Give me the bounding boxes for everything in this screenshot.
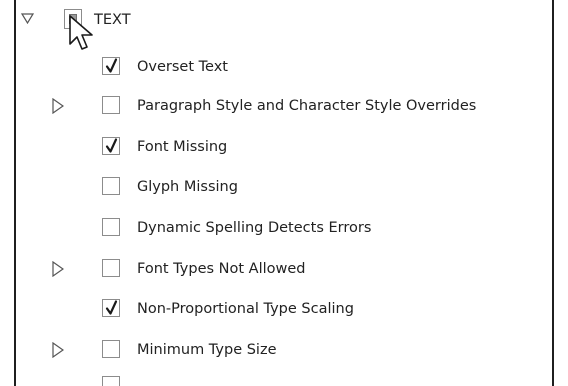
checkbox-font-types-not-allowed[interactable]: [102, 259, 120, 277]
list-item-dynamic-spelling[interactable]: Dynamic Spelling Detects Errors: [16, 213, 552, 243]
checkbox-glyph-missing[interactable]: [102, 177, 120, 195]
checkmark-icon: [105, 58, 118, 73]
item-label: Glyph Missing: [137, 179, 238, 195]
triangle-right-icon[interactable]: [52, 98, 64, 114]
checkbox-paragraph-style-overrides[interactable]: [102, 96, 120, 114]
checkmark-icon: [105, 138, 118, 153]
item-label: Non-Proportional Type Scaling: [137, 301, 354, 317]
list-item-font-types-not-allowed[interactable]: Font Types Not Allowed: [16, 254, 552, 284]
checkbox-overset-text[interactable]: [102, 57, 120, 75]
item-label: Dynamic Spelling Detects Errors: [137, 220, 372, 236]
triangle-right-icon[interactable]: [52, 342, 64, 358]
mouse-pointer-icon: [69, 15, 93, 50]
list-item-non-proportional-scaling[interactable]: Non-Proportional Type Scaling: [16, 294, 552, 324]
list-item-glyph-missing[interactable]: Glyph Missing: [16, 172, 552, 202]
item-label: Overset Text: [137, 59, 228, 75]
group-row-text[interactable]: TEXT: [16, 4, 552, 34]
checkbox-non-proportional-scaling[interactable]: [102, 299, 120, 317]
item-label: Font Missing: [137, 139, 228, 155]
preflight-profile-panel: TEXT Overset Text Paragraph Style and Ch…: [14, 0, 554, 386]
group-label: TEXT: [94, 12, 131, 28]
checkbox-dynamic-spelling[interactable]: [102, 218, 120, 236]
item-label: Font Types Not Allowed: [137, 261, 306, 277]
checkbox-font-missing[interactable]: [102, 137, 120, 155]
checkbox-next-item-partial[interactable]: [102, 376, 120, 386]
item-label: Paragraph Style and Character Style Over…: [137, 98, 477, 114]
list-item-font-missing[interactable]: Font Missing: [16, 132, 552, 162]
list-item-paragraph-style-overrides[interactable]: Paragraph Style and Character Style Over…: [16, 91, 552, 121]
list-item-overset-text[interactable]: Overset Text: [16, 52, 552, 82]
checkbox-minimum-type-size[interactable]: [102, 340, 120, 358]
triangle-down-icon[interactable]: [21, 13, 34, 24]
checkmark-icon: [105, 300, 118, 315]
triangle-right-icon[interactable]: [52, 261, 64, 277]
item-label: Minimum Type Size: [137, 342, 277, 358]
list-item-minimum-type-size[interactable]: Minimum Type Size: [16, 335, 552, 365]
